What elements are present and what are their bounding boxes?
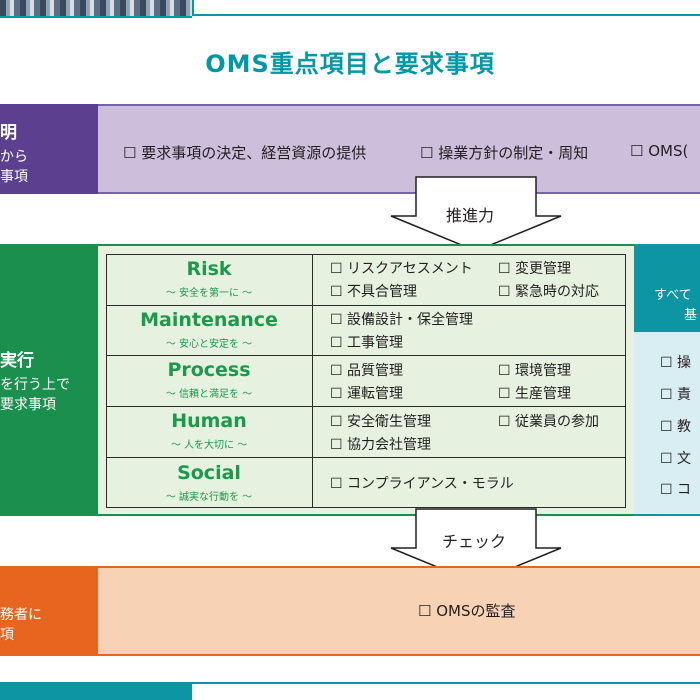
row3-label-line: 務者に [0, 607, 42, 623]
category-subtitle-process: ～ 信頼と満足を ～ [165, 389, 253, 400]
row1-label-panel: 明 から 事項 [0, 104, 98, 194]
checklist-item: ☐ 運転管理 [330, 386, 404, 402]
row1-label-line: 事項 [0, 169, 28, 185]
right-panel-header: すべて 基 [634, 244, 700, 332]
category-subtitle-human: ～ 人を大切に ～ [170, 440, 248, 451]
header-photo-strip [0, 0, 192, 16]
table-divider [106, 406, 626, 407]
row3-item: ☐ OMSの監査 [418, 602, 516, 620]
row3-body [98, 566, 700, 656]
row1-label-line: 明 [0, 123, 17, 143]
row2-label-line: 要求事項 [0, 397, 56, 413]
category-name-process: Process [167, 359, 251, 381]
checklist-item: ☐ 環境管理 [498, 363, 572, 379]
category-subtitle-risk: ～ 安全を第一に ～ [165, 288, 253, 299]
row2-label-line: 実行 [0, 351, 34, 371]
category-name-risk: Risk [186, 258, 232, 280]
arrow-label-check: チェック [442, 532, 507, 551]
row1-item: ☐ 操業方針の制定・周知 [420, 144, 589, 162]
checklist-item: ☐ 不具合管理 [330, 284, 418, 300]
checklist-item: ☐ コンプライアンス・モラル [330, 476, 514, 492]
category-subtitle-maintenance: ～ 安心と安定を ～ [165, 339, 253, 350]
checklist-item: ☐ 設備設計・保全管理 [330, 312, 474, 328]
header-divider [0, 16, 192, 18]
category-name-maintenance: Maintenance [140, 309, 278, 331]
right-panel-head-line: すべて [654, 288, 692, 303]
table-divider [106, 305, 626, 306]
right-panel-item: ☐ 文 [660, 451, 692, 467]
row1-label-line: から [0, 149, 28, 165]
right-panel-head-line: 基 [684, 308, 698, 323]
header-band [192, 0, 700, 16]
right-panel-item: ☐ 教 [660, 419, 692, 435]
right-panel-item: ☐ 操 [660, 355, 692, 371]
row3-label-panel: 務者に 項 [0, 566, 98, 656]
category-name-social: Social [177, 462, 241, 484]
checklist-item: ☐ 品質管理 [330, 363, 404, 379]
checklist-item: ☐ 変更管理 [498, 261, 572, 277]
right-panel-item: ☐ 責 [660, 387, 692, 403]
footer-divider [192, 682, 700, 684]
checklist-item: ☐ 工事管理 [330, 335, 404, 351]
checklist-item: ☐ 安全衛生管理 [330, 414, 432, 430]
footer-band [0, 682, 192, 700]
row2-label-line: を行う上で [0, 377, 70, 393]
table-column-divider [312, 254, 313, 508]
checklist-item: ☐ 協力会社管理 [330, 437, 432, 453]
page-title: OMS重点項目と要求事項 [205, 50, 495, 78]
checklist-item: ☐ 生産管理 [498, 386, 572, 402]
checklist-item: ☐ リスクアセスメント [330, 261, 473, 277]
checklist-item: ☐ 従業員の参加 [498, 414, 600, 430]
right-panel-item: ☐ コ [660, 482, 692, 498]
row1-item: ☐ OMS( [630, 142, 689, 160]
category-name-human: Human [171, 410, 247, 432]
arrow-label-drive: 推進力 [446, 206, 495, 225]
table-divider [106, 355, 626, 356]
category-subtitle-social: ～ 誠実な行動を ～ [165, 492, 253, 503]
table-divider [106, 457, 626, 458]
row1-item: ☐ 要求事項の決定、経営資源の提供 [123, 144, 367, 162]
row3-label-line: 項 [0, 627, 14, 643]
checklist-item: ☐ 緊急時の対応 [498, 284, 600, 300]
row2-label-panel: 実行 を行う上で 要求事項 [0, 244, 98, 516]
